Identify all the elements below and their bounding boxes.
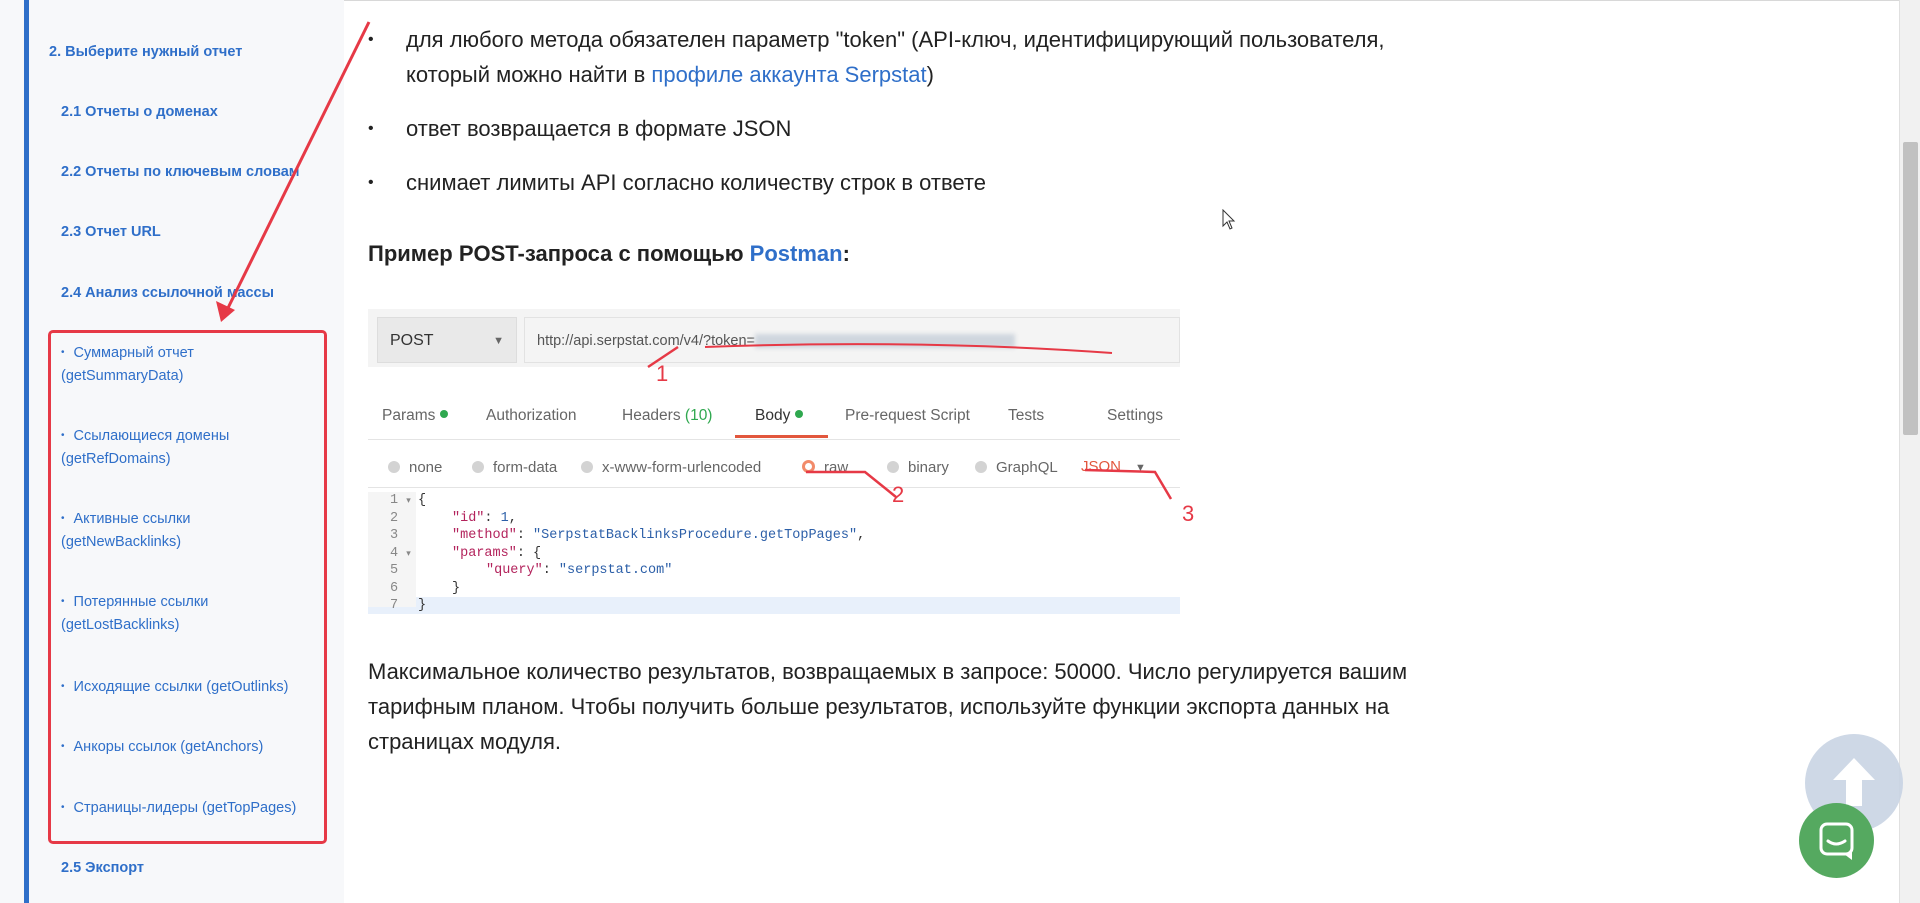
mouse-cursor-icon <box>1222 209 1236 230</box>
annotation-highlight-box <box>48 330 327 844</box>
post-example-text: Пример POST-запроса с помощью <box>368 241 750 266</box>
scrollbar-thumb[interactable] <box>1903 142 1918 435</box>
postman-screenshot: POST ▼ http://api.serpstat.com/v4/?token… <box>368 309 1194 614</box>
list-item-limits: • снимает лимиты API согласно количеству… <box>368 165 1468 200</box>
post-example-heading: Пример POST-запроса с помощью Postman: <box>368 238 850 270</box>
toc-item-backlinks[interactable]: 2.4 Анализ ссылочной массы <box>61 284 274 302</box>
max-results-paragraph: Максимальное количество результатов, воз… <box>368 659 1408 754</box>
sidebar-accent-bar <box>24 0 29 903</box>
annotation-marks <box>647 343 1173 500</box>
annotation-number: 1 <box>656 361 669 386</box>
toc-item-keywords[interactable]: 2.2 Отчеты по ключевым словам <box>61 163 299 181</box>
postman-link[interactable]: Postman <box>750 241 843 266</box>
chat-button[interactable] <box>1799 803 1874 878</box>
post-example-suffix: : <box>842 241 850 266</box>
bullet-dot: • <box>368 174 374 191</box>
chat-icon <box>1819 822 1854 860</box>
toc-item-export[interactable]: 2.5 Экспорт <box>61 859 144 877</box>
account-profile-link[interactable]: профиле аккаунта Serpstat <box>651 62 926 87</box>
table-of-contents-sidebar: 2. Выберите нужный отчет 2.1 Отчеты о до… <box>0 0 344 903</box>
list-item-token: • для любого метода обязателен параметр … <box>368 22 1468 92</box>
bullet-dot: • <box>368 31 374 48</box>
toc-heading-choose-report[interactable]: 2. Выберите нужный отчет <box>49 43 242 61</box>
bullet-text-suffix: ) <box>926 62 934 87</box>
toc-item-url[interactable]: 2.3 Отчет URL <box>61 223 161 241</box>
toc-item-domains[interactable]: 2.1 Отчеты о доменах <box>61 103 218 121</box>
annotation-number: 2 <box>892 482 905 507</box>
annotation-number: 3 <box>1182 501 1195 526</box>
bullet-dot: • <box>368 120 374 137</box>
article-content: • для любого метода обязателен параметр … <box>344 0 1899 903</box>
list-item-json: • ответ возвращается в формате JSON <box>368 111 1468 146</box>
bullet-text: ответ возвращается в формате JSON <box>406 116 792 141</box>
bullet-text: снимает лимиты API согласно количеству с… <box>406 170 986 195</box>
